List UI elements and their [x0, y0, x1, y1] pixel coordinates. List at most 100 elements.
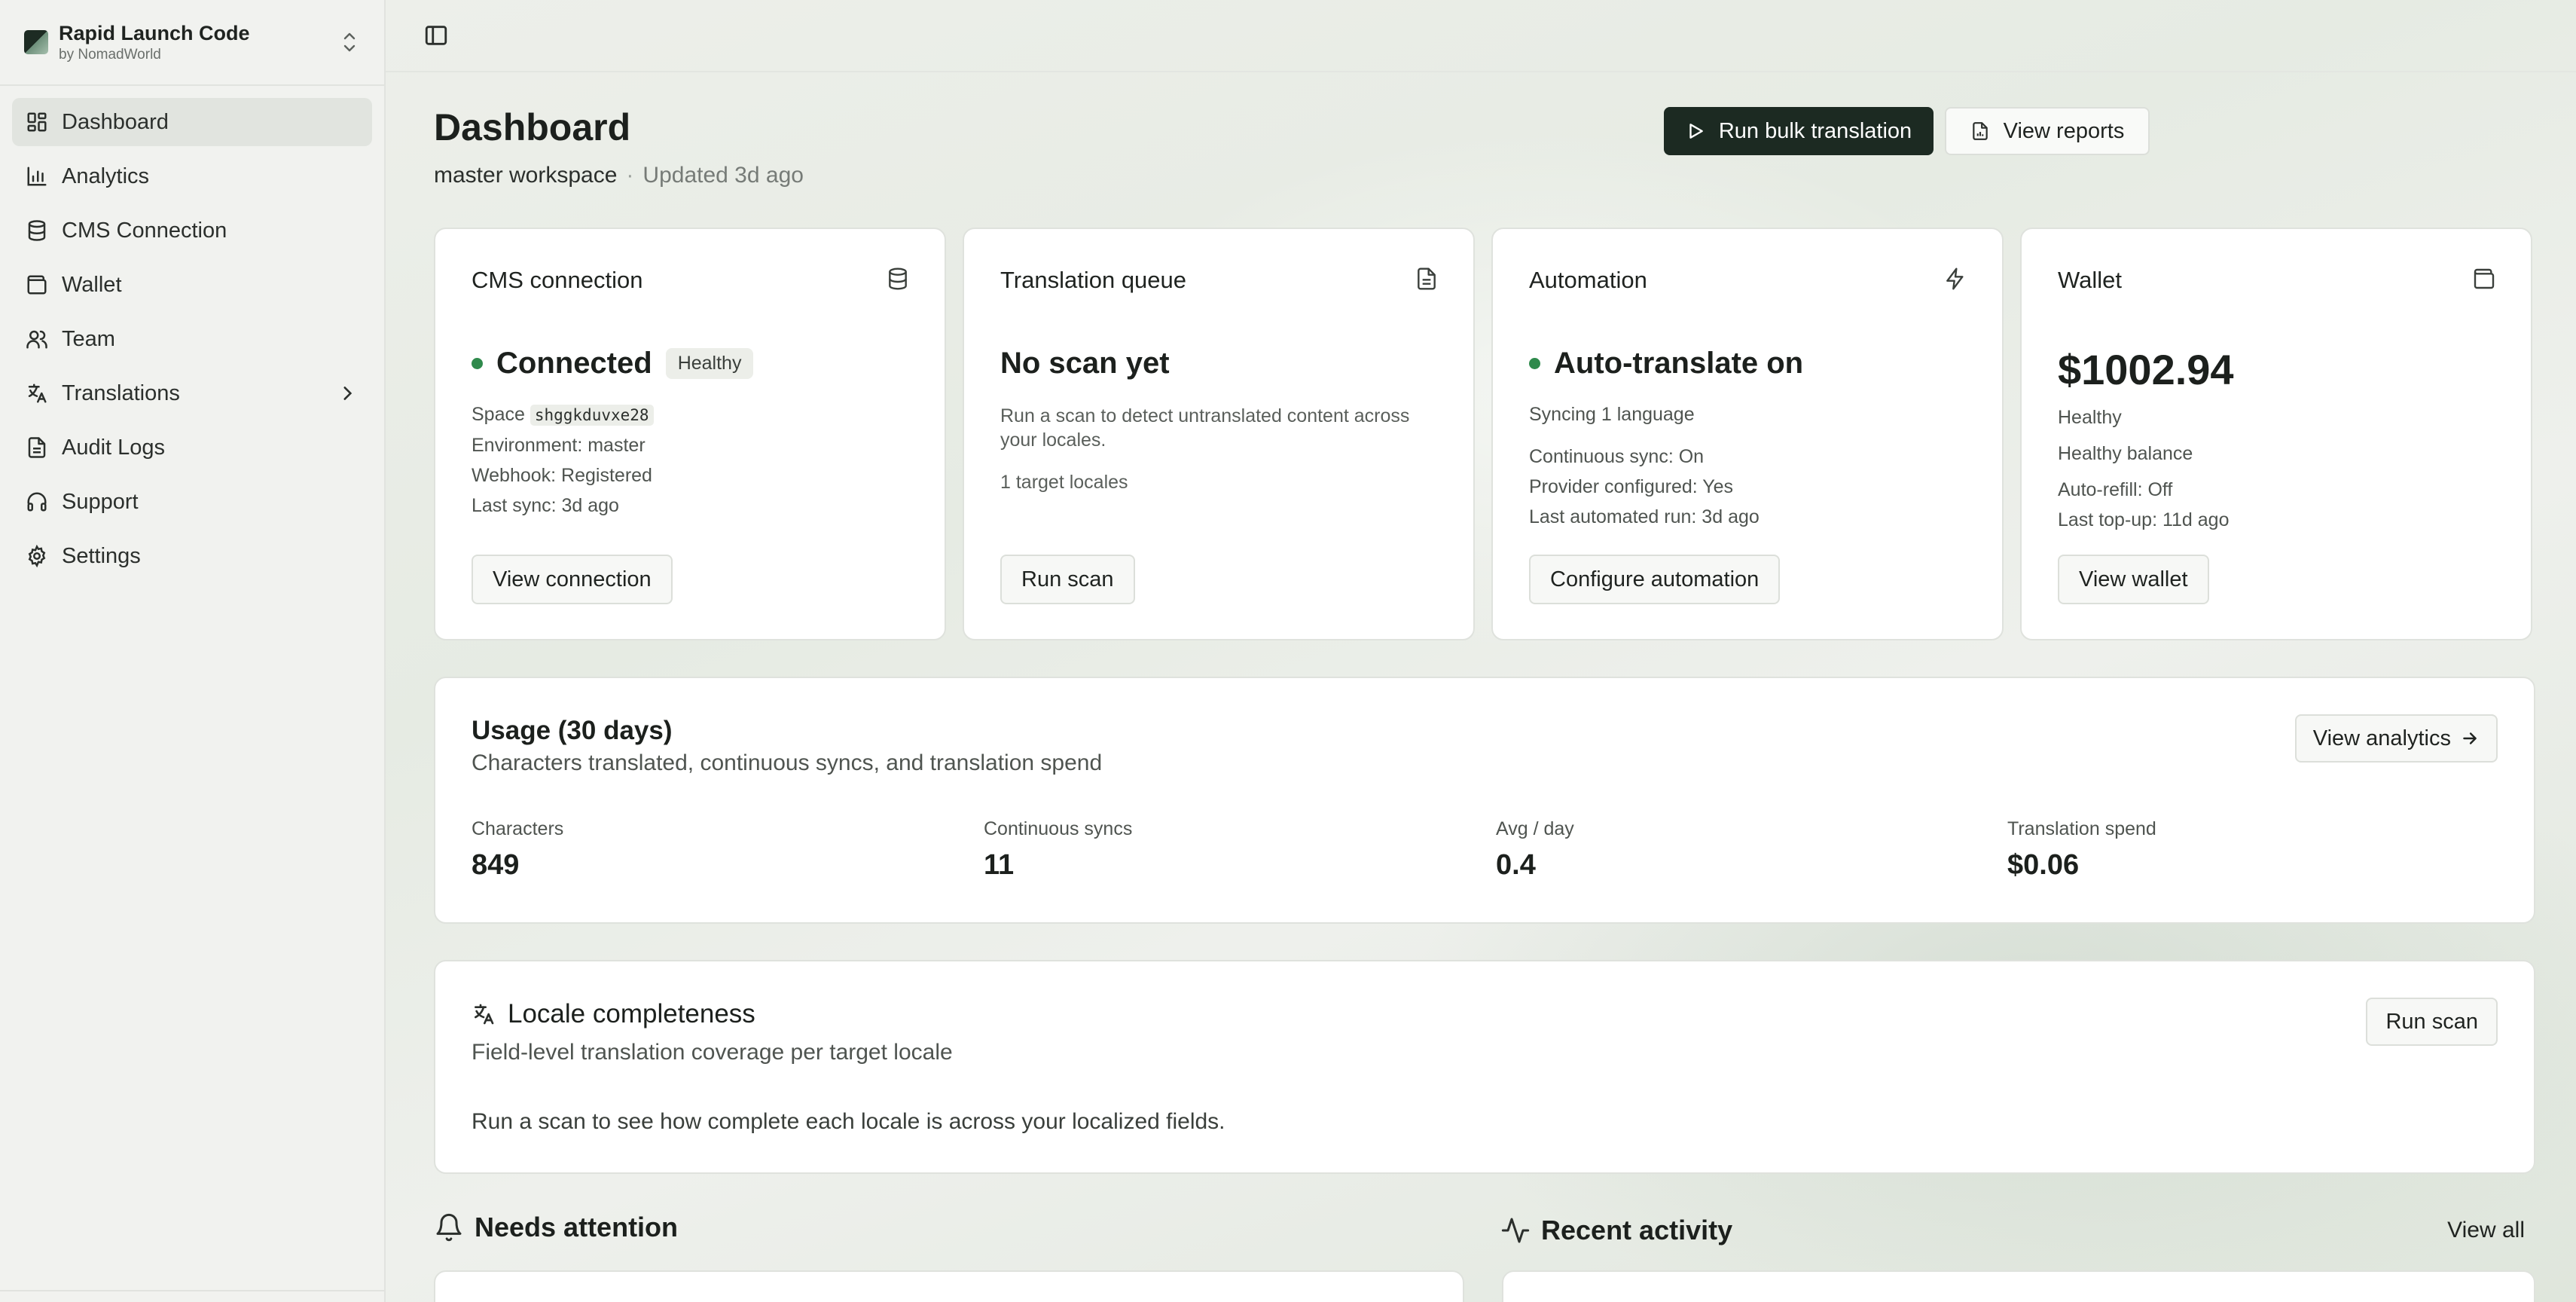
- brand-by: by NomadWorld: [59, 47, 161, 63]
- recent-activity-heading: Recent activity: [1500, 1215, 1732, 1246]
- status-text: Connected: [496, 347, 652, 380]
- file-text-icon: [28, 437, 46, 458]
- sidebar-item-cms-connection[interactable]: CMS Connection: [12, 206, 372, 255]
- headphones-icon: [27, 492, 47, 512]
- stat-label: Translation spend: [2007, 818, 2156, 839]
- card-title: Automation: [1529, 267, 1647, 293]
- wallet-balance: $1002.94: [2058, 346, 2234, 393]
- updated-time: Updated 3d ago: [642, 163, 804, 188]
- view-analytics-button[interactable]: View analytics: [2294, 714, 2498, 763]
- file-chart-icon: [1972, 122, 1988, 140]
- stat-label: Continuous syncs: [984, 818, 1133, 839]
- view-analytics-label: View analytics: [2312, 726, 2451, 750]
- run-bulk-translation-button[interactable]: Run bulk translation: [1664, 107, 1934, 155]
- grid-icon: [27, 112, 47, 132]
- sidebar-item-label: Translations: [62, 381, 180, 405]
- automation-status: Auto-translate on: [1529, 347, 1803, 381]
- view-reports-label: View reports: [2003, 118, 2125, 143]
- locale-run-scan-button[interactable]: Run scan: [2366, 998, 2498, 1046]
- sidebar-toggle-icon[interactable]: [423, 23, 449, 48]
- sidebar-nav: Dashboard Analytics CMS Connection Walle…: [0, 86, 384, 598]
- sidebar-item-support[interactable]: Support: [12, 478, 372, 526]
- wallet-icon: [27, 275, 47, 295]
- card-title: CMS connection: [472, 267, 643, 293]
- view-reports-button[interactable]: View reports: [1945, 107, 2150, 155]
- run-bulk-translation-label: Run bulk translation: [1718, 118, 1912, 143]
- card-title: Wallet: [2058, 267, 2122, 293]
- sidebar-item-label: CMS Connection: [62, 218, 227, 243]
- file-text-icon: [1418, 267, 1436, 290]
- gear-icon: [28, 545, 46, 567]
- wallet-icon: [2474, 268, 2495, 289]
- bar-chart-icon: [27, 167, 47, 186]
- sidebar: Rapid Launch Code by NomadWorld Dashboar…: [0, 0, 386, 1302]
- page-title: Dashboard: [434, 106, 631, 148]
- chevron-right-icon[interactable]: [337, 384, 357, 403]
- stat-value: 0.4: [1496, 849, 1536, 881]
- usage-title: Usage (30 days): [472, 716, 673, 745]
- users-icon: [26, 330, 47, 349]
- sidebar-item-team[interactable]: Team: [12, 315, 372, 363]
- sidebar-item-label: Wallet: [62, 272, 122, 297]
- wallet-card: Wallet $1002.94 Healthy Healthy balance …: [2020, 228, 2532, 640]
- last-run-text: Last automated run: 3d ago: [1529, 506, 1760, 527]
- locale-heading: Locale completeness: [472, 999, 755, 1029]
- automation-card: Automation Auto-translate on Syncing 1 l…: [1491, 228, 2004, 640]
- stat-label: Avg / day: [1496, 818, 1574, 839]
- sidebar-item-label: Team: [62, 326, 115, 351]
- brand-name: Rapid Launch Code: [59, 22, 250, 44]
- sidebar-item-label: Dashboard: [62, 109, 169, 134]
- separator: ·: [626, 163, 634, 188]
- run-scan-button[interactable]: Run scan: [1000, 555, 1135, 604]
- locale-title: Locale completeness: [508, 999, 755, 1028]
- database-icon: [28, 220, 46, 241]
- page-subtitle: master workspace · Updated 3d ago: [434, 163, 804, 188]
- stat-value: 849: [472, 849, 520, 881]
- sidebar-item-translations[interactable]: Translations: [12, 369, 372, 417]
- workspace-switcher[interactable]: Rapid Launch Code by NomadWorld: [0, 0, 384, 86]
- arrow-right-icon: [2463, 732, 2477, 744]
- usage-subtitle: Characters translated, continuous syncs,…: [472, 750, 1103, 775]
- locale-subtitle: Field-level translation coverage per tar…: [472, 1040, 953, 1065]
- wallet-balance-state: Healthy balance: [2058, 443, 2193, 464]
- sidebar-footer-divider: [0, 1290, 384, 1291]
- sidebar-item-label: Audit Logs: [62, 435, 166, 460]
- needs-attention-title: Needs attention: [475, 1212, 679, 1242]
- bell-icon: [436, 1213, 462, 1242]
- automation-syncing: Syncing 1 language: [1529, 399, 1972, 429]
- lightning-icon: [1946, 267, 1964, 290]
- sidebar-item-label: Support: [62, 489, 139, 514]
- usage-card: Usage (30 days) Characters translated, c…: [434, 677, 2535, 924]
- chevron-up-down-icon[interactable]: [340, 29, 359, 56]
- syncing-text: Syncing 1 language: [1529, 404, 1695, 425]
- languages-icon: [28, 384, 47, 403]
- stat-value: 11: [984, 849, 1015, 881]
- stat-translation-spend: Translation spend $0.06: [2007, 818, 2156, 882]
- translation-queue-card: Translation queue No scan yet Run a scan…: [963, 228, 1475, 640]
- sidebar-item-analytics[interactable]: Analytics: [12, 152, 372, 200]
- sidebar-item-audit-logs[interactable]: Audit Logs: [12, 423, 372, 472]
- sidebar-item-dashboard[interactable]: Dashboard: [12, 98, 372, 146]
- sidebar-item-wallet[interactable]: Wallet: [12, 261, 372, 309]
- needs-attention-heading: Needs attention: [434, 1212, 678, 1243]
- continuous-sync-text: Continuous sync: On: [1529, 446, 1705, 467]
- topbar: [386, 0, 2576, 72]
- status-dot: [1529, 358, 1540, 369]
- locale-completeness-card: Locale completeness Field-level translat…: [434, 960, 2535, 1174]
- queue-status: No scan yet: [1000, 347, 1170, 380]
- cms-details: Space shggkduvxe28 Environment: master W…: [472, 399, 914, 521]
- view-connection-button[interactable]: View connection: [472, 555, 673, 604]
- automation-details: Continuous sync: On Provider configured:…: [1529, 442, 1972, 532]
- configure-automation-button[interactable]: Configure automation: [1529, 555, 1781, 604]
- cms-connection-card: CMS connection Connected Healthy Space s…: [434, 228, 946, 640]
- stat-label: Characters: [472, 818, 564, 839]
- recent-activity-panel: [1502, 1270, 2535, 1302]
- last-topup-text: Last top-up: 11d ago: [2058, 509, 2230, 530]
- recent-activity-title: Recent activity: [1541, 1215, 1733, 1245]
- sidebar-item-settings[interactable]: Settings: [12, 532, 372, 580]
- status-text: Auto-translate on: [1554, 347, 1804, 380]
- view-wallet-button[interactable]: View wallet: [2058, 555, 2209, 604]
- environment-text: Environment: master: [472, 435, 646, 456]
- view-all-link[interactable]: View all: [2447, 1218, 2525, 1243]
- main-content: Dashboard master workspace · Updated 3d …: [386, 0, 2576, 1302]
